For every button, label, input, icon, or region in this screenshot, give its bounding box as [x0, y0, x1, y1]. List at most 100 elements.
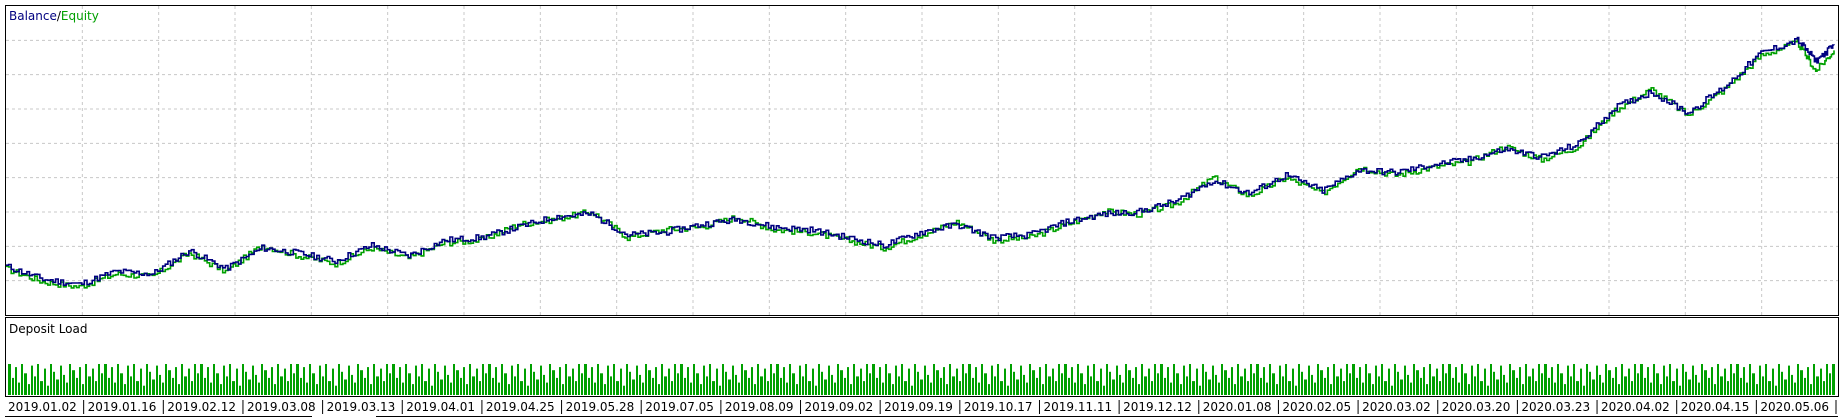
deposit-load-bar	[504, 373, 507, 395]
deposit-load-bar	[866, 364, 868, 395]
deposit-load-bar	[232, 381, 235, 395]
deposit-load-bar	[453, 364, 455, 395]
deposit-load-bar	[140, 368, 142, 395]
deposit-load-bar	[754, 384, 756, 395]
deposit-load-bar	[178, 384, 180, 395]
deposit-load-bar	[364, 377, 366, 395]
deposit-load-bar	[1525, 364, 1527, 395]
deposit-load-bar	[511, 365, 513, 395]
deposit-load-bar	[15, 367, 17, 395]
deposit-load-bar	[1816, 376, 1819, 395]
deposit-load-bar	[226, 376, 228, 395]
deposit-load-bar	[1154, 364, 1156, 395]
deposit-load-bar	[450, 382, 452, 395]
deposit-load-bar	[376, 376, 379, 395]
balance-equity-chart: Balance/Equity Deposit Load 2019.01.02 20…	[5, 5, 1839, 417]
deposit-load-bar	[1160, 364, 1163, 395]
deposit-load-bar	[1551, 367, 1553, 395]
deposit-load-bar	[1036, 377, 1038, 395]
deposit-load-bar	[210, 382, 212, 395]
deposit-load-bar	[1468, 384, 1470, 395]
deposit-load-bar	[300, 377, 302, 395]
deposit-load-bar	[1090, 376, 1092, 395]
deposit-load-bar	[562, 384, 564, 395]
deposit-load-bar	[252, 365, 254, 395]
deposit-load-bar	[725, 371, 727, 396]
deposit-load-bar	[712, 381, 715, 395]
deposit-load-bar	[792, 373, 795, 395]
deposit-load-bar	[1087, 365, 1089, 395]
deposit-load-bar	[1727, 381, 1729, 395]
deposit-load-bar	[997, 364, 999, 395]
deposit-load-bar	[1784, 379, 1787, 395]
deposit-load-bar	[1541, 373, 1543, 395]
deposit-load-bar	[220, 384, 222, 395]
deposit-load-bar	[354, 382, 356, 395]
deposit-load-bar	[383, 381, 385, 395]
deposit-load-bar	[204, 377, 206, 395]
deposit-load-bar	[773, 373, 775, 395]
deposit-load-bar	[1080, 373, 1083, 395]
deposit-load-bar	[472, 376, 475, 395]
deposit-load-bar	[1436, 368, 1438, 395]
deposit-load-bar	[1829, 373, 1831, 395]
deposit-load-bar	[1756, 384, 1758, 395]
deposit-load-bar	[1378, 376, 1380, 395]
deposit-load-bar	[1554, 382, 1556, 395]
deposit-load-bar	[1077, 364, 1079, 395]
deposit-load-bar	[776, 364, 779, 395]
deposit-load-bar	[1247, 381, 1249, 395]
deposit-load-bar	[277, 364, 279, 395]
deposit-load-bar	[1404, 365, 1406, 395]
deposit-load-bar	[1400, 379, 1403, 395]
deposit-load-bar	[959, 381, 961, 395]
deposit-load-bar	[1679, 385, 1681, 395]
deposit-load-bar	[156, 365, 158, 395]
deposit-load-bar	[1557, 364, 1559, 395]
deposit-load-bar	[31, 365, 33, 395]
deposit-load-bar	[1775, 385, 1777, 395]
deposit-load-bar	[98, 364, 100, 395]
deposit-load-bar	[1519, 367, 1521, 395]
deposit-load-bar	[207, 367, 209, 395]
deposit-load-bar	[85, 364, 87, 395]
deposit-load-bar	[1112, 379, 1115, 395]
deposit-load-bar	[1826, 364, 1828, 395]
deposit-load-bar	[527, 385, 529, 395]
deposit-load-bar	[101, 373, 103, 395]
deposit-load-bar	[744, 370, 747, 395]
deposit-load-bar	[1279, 365, 1281, 395]
deposit-load-bar	[575, 381, 577, 395]
deposit-load-bar	[658, 384, 660, 395]
deposit-load-bar	[639, 374, 641, 395]
deposit-load-bar	[834, 382, 836, 395]
deposit-load-bar	[1500, 365, 1502, 395]
deposit-load-bar	[584, 364, 587, 395]
x-tick-label: 2019.09.02	[805, 400, 874, 414]
deposit-load-bar	[1045, 364, 1047, 395]
deposit-load-bar	[18, 382, 20, 395]
deposit-load-bar	[1064, 364, 1067, 395]
deposit-load-bar	[1423, 367, 1425, 395]
deposit-load-bar	[82, 384, 84, 395]
deposit-load-bar	[460, 377, 462, 395]
deposit-load-bar	[380, 368, 382, 395]
deposit-load-bar	[1240, 376, 1243, 395]
deposit-load-bar	[348, 365, 350, 395]
deposit-load-bar	[1580, 368, 1582, 395]
deposit-load-bar	[482, 364, 484, 395]
deposit-load-bar	[1048, 376, 1051, 395]
deposit-load-bar	[1493, 371, 1495, 396]
deposit-load-bar	[847, 367, 849, 395]
deposit-load-bar	[655, 367, 657, 395]
deposit-load-bar	[1503, 374, 1505, 395]
deposit-load-bar	[1711, 367, 1713, 395]
deposit-load-bar	[1813, 364, 1815, 395]
deposit-load-bar	[463, 367, 465, 395]
deposit-load-bar	[869, 373, 871, 395]
deposit-load-bar	[287, 381, 289, 395]
deposit-load-bar	[290, 364, 292, 395]
deposit-load-bar	[213, 364, 215, 395]
deposit-load-bar	[696, 373, 699, 395]
deposit-load-bar	[1208, 379, 1211, 395]
